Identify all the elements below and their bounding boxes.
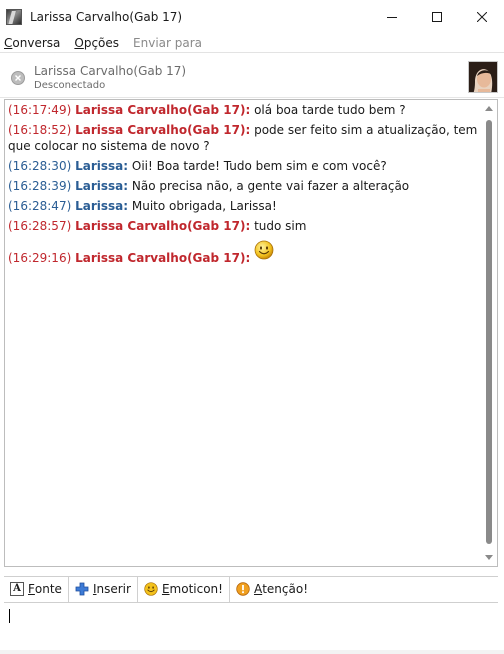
message-sender: Larissa: xyxy=(75,199,129,213)
message-input[interactable] xyxy=(4,602,498,650)
chat-history[interactable]: (16:17:49) Larissa Carvalho(Gab 17): olá… xyxy=(4,99,498,567)
message-list: (16:17:49) Larissa Carvalho(Gab 17): olá… xyxy=(8,102,482,270)
menu-enviar-para[interactable]: Enviar para xyxy=(133,36,202,50)
emoticon-button-label: moticon! xyxy=(169,582,223,596)
minimize-button[interactable] xyxy=(369,0,414,34)
message-text: tudo sim xyxy=(254,219,307,233)
smiley-icon xyxy=(254,240,274,260)
message-item: (16:29:16) Larissa Carvalho(Gab 17): xyxy=(8,240,482,266)
contact-status: Desconectado xyxy=(34,80,106,91)
message-time: (16:18:52) xyxy=(8,123,72,137)
message-time: (16:28:57) xyxy=(8,219,72,233)
message-text: Não precisa não, a gente vai fazer a alt… xyxy=(131,179,410,193)
message-sender: Larissa Carvalho(Gab 17): xyxy=(75,103,251,117)
attention-button[interactable]: Atenção! xyxy=(230,577,314,602)
message-sender: Larissa: xyxy=(75,159,129,173)
message-item: (16:28:57) Larissa Carvalho(Gab 17): tud… xyxy=(8,218,482,234)
message-sender: Larissa Carvalho(Gab 17): xyxy=(75,251,251,265)
avatar[interactable] xyxy=(468,61,498,93)
message-text: olá boa tarde tudo bem ? xyxy=(254,103,406,117)
offline-icon xyxy=(11,71,25,85)
menu-opcoes-mnemonic: O xyxy=(74,36,84,50)
app-icon xyxy=(6,9,22,25)
font-button-label: onte xyxy=(34,582,62,596)
title-bar[interactable]: Larissa Carvalho(Gab 17) xyxy=(0,0,504,34)
message-time: (16:28:47) xyxy=(8,199,72,213)
message-text: Oii! Boa tarde! Tudo bem sim e com você? xyxy=(131,159,387,173)
insert-button-label: nserir xyxy=(96,582,131,596)
message-text: Muito obrigada, Larissa! xyxy=(131,199,277,213)
maximize-icon xyxy=(431,12,442,22)
menu-bar: Conversa Opções Enviar para xyxy=(0,34,504,53)
emoticon-button[interactable]: Emoticon! xyxy=(138,576,230,602)
font-button[interactable]: A Fonte xyxy=(4,576,69,602)
message-item: (16:17:49) Larissa Carvalho(Gab 17): olá… xyxy=(8,102,482,118)
contact-name: Larissa Carvalho(Gab 17) xyxy=(34,64,187,78)
maximize-button[interactable] xyxy=(414,0,459,34)
message-time: (16:28:39) xyxy=(8,179,72,193)
window-title: Larissa Carvalho(Gab 17) xyxy=(30,10,183,24)
message-item: (16:18:52) Larissa Carvalho(Gab 17): pod… xyxy=(8,122,482,154)
scroll-down-icon xyxy=(485,555,493,560)
scroll-up-button[interactable] xyxy=(481,100,497,116)
chat-scrollbar[interactable] xyxy=(481,100,497,566)
message-item: (16:28:30) Larissa: Oii! Boa tarde! Tudo… xyxy=(8,158,482,174)
smiley-icon xyxy=(144,582,158,596)
menu-conversa-label: onversa xyxy=(12,36,61,50)
close-icon xyxy=(476,12,487,22)
message-item: (16:28:47) Larissa: Muito obrigada, Lari… xyxy=(8,198,482,214)
window-bottom-edge xyxy=(0,650,504,654)
font-icon: A xyxy=(10,582,24,596)
emoticon-button-mnemonic: E xyxy=(161,582,170,596)
scroll-thumb[interactable] xyxy=(486,120,492,544)
close-button[interactable] xyxy=(459,0,504,34)
message-item: (16:28:39) Larissa: Não precisa não, a g… xyxy=(8,178,482,194)
message-sender: Larissa: xyxy=(75,179,129,193)
attention-button-label: tenção! xyxy=(262,582,308,596)
message-sender: Larissa Carvalho(Gab 17): xyxy=(75,123,251,137)
avatar-image xyxy=(469,62,497,92)
message-time: (16:28:30) xyxy=(8,159,72,173)
insert-button[interactable]: Inserir xyxy=(69,576,138,602)
compose-toolbar: A Fonte Inserir Emoticon! Atenção! xyxy=(4,576,498,602)
message-time: (16:29:16) xyxy=(8,251,72,265)
menu-opcoes[interactable]: Opções xyxy=(74,36,119,50)
plus-icon xyxy=(75,582,89,596)
minimize-icon xyxy=(386,17,397,18)
scroll-down-button[interactable] xyxy=(481,550,497,566)
message-sender: Larissa Carvalho(Gab 17): xyxy=(75,219,251,233)
window-controls xyxy=(369,0,504,34)
font-button-mnemonic: F xyxy=(28,582,35,596)
scroll-up-icon xyxy=(485,106,493,111)
text-caret xyxy=(9,609,10,623)
menu-enviar-para-label: Enviar para xyxy=(133,36,203,50)
menu-opcoes-label: pções xyxy=(83,36,120,50)
menu-conversa[interactable]: Conversa xyxy=(4,36,60,50)
message-time: (16:17:49) xyxy=(8,103,72,117)
attention-button-mnemonic: A xyxy=(253,582,263,596)
warning-icon xyxy=(236,582,250,596)
